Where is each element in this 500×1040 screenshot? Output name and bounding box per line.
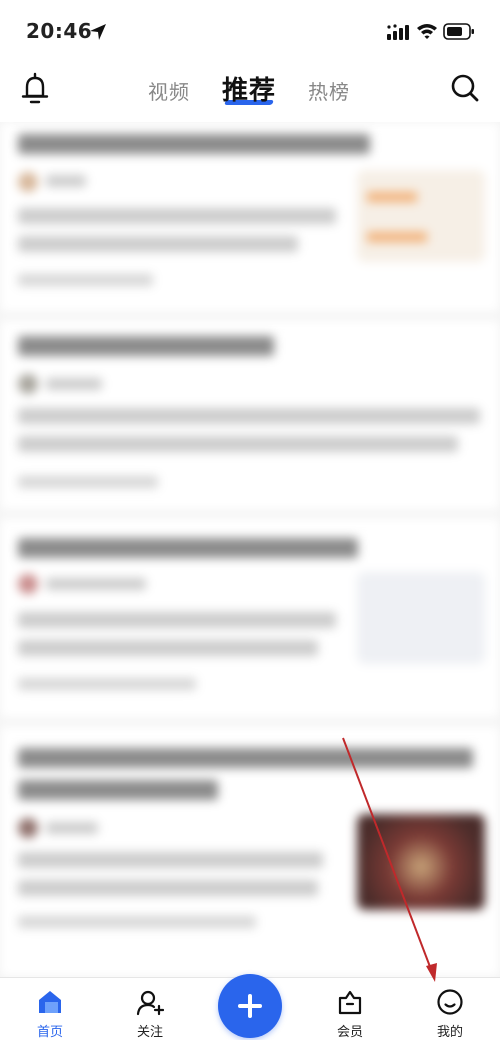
meta-placeholder — [18, 916, 256, 928]
excerpt-placeholder — [18, 640, 318, 656]
tab-follow[interactable]: 关注 — [110, 978, 190, 1040]
search-icon[interactable] — [449, 72, 481, 104]
excerpt-placeholder — [18, 208, 336, 224]
smiley-icon — [437, 989, 463, 1015]
tab-mine[interactable]: 我的 — [410, 978, 490, 1040]
avatar — [18, 574, 38, 594]
create-post-button[interactable] — [218, 974, 282, 1038]
location-arrow-icon — [90, 24, 106, 40]
excerpt-placeholder — [18, 408, 480, 424]
card-title-placeholder — [18, 538, 358, 558]
excerpt-placeholder — [18, 612, 336, 628]
excerpt-placeholder — [18, 236, 298, 252]
card-thumbnail — [357, 170, 485, 262]
battery-icon — [443, 23, 474, 40]
tab-hot-list[interactable]: 热榜 — [308, 76, 350, 105]
avatar — [18, 374, 38, 394]
card-title-placeholder — [18, 780, 218, 800]
meta-placeholder — [18, 678, 196, 690]
tab-mine-label: 我的 — [436, 1025, 463, 1040]
tab-home[interactable]: 首页 — [10, 978, 90, 1040]
bell-icon[interactable] — [20, 72, 50, 106]
vip-icon — [338, 990, 362, 1015]
bottom-tab-bar: 首页 关注 会员 我的 — [0, 974, 500, 1040]
card-title-placeholder — [18, 134, 370, 154]
avatar — [18, 172, 38, 192]
author-placeholder — [46, 822, 98, 834]
author-placeholder — [46, 175, 86, 187]
wifi-icon — [417, 24, 437, 39]
author-placeholder — [46, 378, 102, 390]
tab-vip-label: 会员 — [336, 1025, 363, 1040]
card-thumbnail — [357, 572, 485, 664]
recommendation-feed[interactable] — [0, 122, 500, 977]
card-thumbnail — [357, 814, 485, 910]
excerpt-placeholder — [18, 852, 323, 868]
tab-home-label: 首页 — [36, 1025, 63, 1040]
tab-follow-label: 关注 — [136, 1025, 163, 1040]
meta-placeholder — [18, 274, 153, 286]
status-bar: 20:46 — [0, 0, 500, 60]
tab-vip[interactable]: 会员 — [310, 978, 390, 1040]
meta-placeholder — [18, 476, 158, 488]
card-title-placeholder — [18, 748, 473, 768]
status-time: 20:46 — [26, 19, 93, 43]
avatar — [18, 818, 38, 838]
feed-card[interactable] — [0, 122, 500, 312]
feed-card[interactable] — [0, 320, 500, 510]
top-navigation: 视频 推荐 热榜 — [0, 60, 500, 122]
author-placeholder — [46, 578, 146, 590]
follow-icon — [136, 990, 164, 1016]
feed-card[interactable] — [0, 518, 500, 718]
excerpt-placeholder — [18, 880, 318, 896]
tab-video[interactable]: 视频 — [148, 76, 190, 105]
home-icon — [39, 991, 61, 1013]
cellular-signal-icon — [387, 24, 409, 40]
excerpt-placeholder — [18, 436, 458, 452]
tab-recommend[interactable]: 推荐 — [222, 70, 276, 107]
card-title-placeholder — [18, 336, 274, 356]
feed-card[interactable] — [0, 726, 500, 977]
